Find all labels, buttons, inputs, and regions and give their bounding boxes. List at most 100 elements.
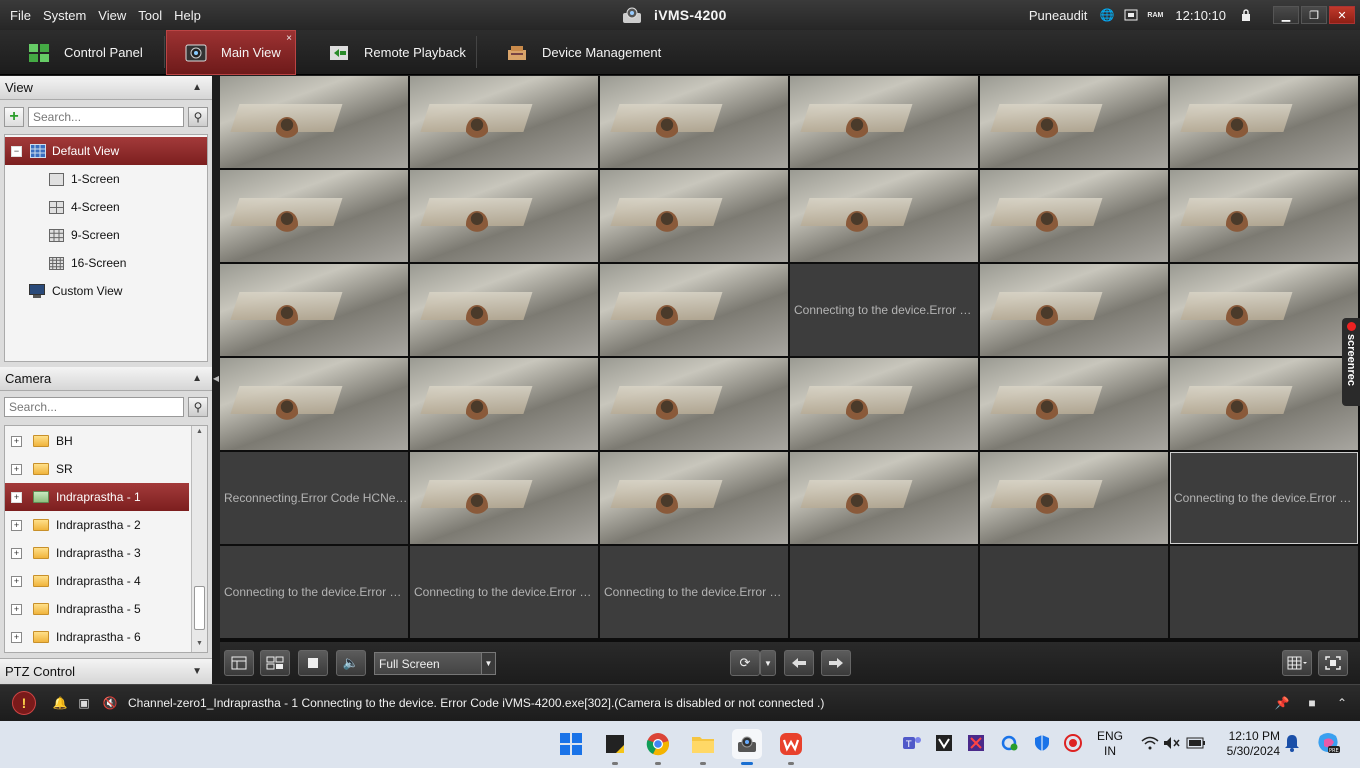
stop-all-button[interactable] [298,650,328,676]
tree-item-4-screen[interactable]: 4-Screen [5,193,207,221]
collapse-icon[interactable]: − [11,145,22,157]
volume-muted-icon[interactable] [1162,733,1182,753]
sync-icon[interactable] [1000,733,1020,753]
restore-button[interactable]: ❐ [1301,6,1327,24]
tree-item-16-screen[interactable]: 16-Screen [5,249,207,277]
wps-office-icon[interactable] [776,729,806,765]
video-tile[interactable] [600,452,788,544]
tab-main-view[interactable]: Main View × [166,30,296,75]
ram-icon[interactable]: RAM [1146,7,1164,23]
app-tray-icon[interactable] [934,733,954,753]
video-tile[interactable] [790,76,978,168]
app-tray-icon[interactable] [966,733,986,753]
screen-mode-select[interactable]: Full Screen ▼ [374,652,496,675]
video-tile[interactable] [1170,170,1358,262]
camera-group-bh[interactable]: + BH [5,427,189,455]
wifi-icon[interactable] [1140,733,1160,753]
tab-close-icon[interactable]: × [286,33,292,44]
shield-icon[interactable] [1032,733,1052,753]
fullscreen-button[interactable] [1318,650,1348,676]
video-tile[interactable] [980,264,1168,356]
battery-icon[interactable] [1186,733,1206,753]
expand-icon[interactable]: + [11,519,22,531]
video-tile[interactable] [410,76,598,168]
menu-help[interactable]: Help [168,8,207,23]
teams-icon[interactable]: T [902,733,922,753]
search-icon[interactable]: ⚲ [188,397,208,417]
video-tile[interactable] [980,170,1168,262]
camera-group-indraprastha-6[interactable]: + Indraprastha - 6 [5,623,189,651]
search-icon[interactable]: ⚲ [188,107,208,127]
video-tile[interactable] [980,452,1168,544]
notification-bell-icon[interactable] [1282,733,1302,753]
camera-tree-scrollbar[interactable]: ▲ ▼ [191,426,207,652]
video-tile[interactable] [600,170,788,262]
alarm-warning-icon[interactable]: ! [12,691,36,715]
tree-item-9-screen[interactable]: 9-Screen [5,221,207,249]
auto-switch-button[interactable]: ⟳ [730,650,760,676]
menu-file[interactable]: File [4,8,37,23]
tree-item-default-view[interactable]: − Default View [5,137,207,165]
close-button[interactable]: ✕ [1329,6,1355,24]
add-view-button[interactable]: + [4,107,24,127]
mute-alarm-icon[interactable]: 🔇 [102,695,118,711]
video-tile-error[interactable]: Connecting to the device.Error Code HCNe… [600,546,788,638]
expand-icon[interactable]: + [11,547,22,559]
ptz-section-header[interactable]: PTZ Control ▼ [0,658,212,684]
window-division-button[interactable] [1282,650,1312,676]
video-tile[interactable] [410,170,598,262]
copilot-icon[interactable]: PRE [1316,733,1340,754]
camera-group-indraprastha-3[interactable]: + Indraprastha - 3 [5,539,189,567]
screenrec-widget[interactable]: screenrec [1342,318,1360,406]
expand-icon[interactable]: + [11,491,22,503]
tab-remote-playback[interactable]: Remote Playback [300,30,475,75]
video-tile-empty[interactable] [790,546,978,638]
globe-icon[interactable]: 🌐 [1098,7,1116,23]
video-tile[interactable] [410,452,598,544]
video-tile[interactable] [980,358,1168,450]
minimize-button[interactable]: ▁ [1273,6,1299,24]
taskbar-clock[interactable]: 12:10 PM 5/30/2024 [1218,729,1280,759]
video-tile[interactable] [220,76,408,168]
camera-group-sr[interactable]: + SR [5,455,189,483]
camera-search-input[interactable]: Search... [4,397,184,417]
camera-group-indraprastha-2[interactable]: + Indraprastha - 2 [5,511,189,539]
expand-icon[interactable]: + [11,435,22,447]
video-tile[interactable] [1170,264,1358,356]
video-tile-empty[interactable] [1170,546,1358,638]
chevron-up-icon[interactable]: ▲ [192,373,202,384]
camera-section-header[interactable]: Camera ▲ [0,367,212,391]
video-tile[interactable] [1170,76,1358,168]
video-tile[interactable] [220,358,408,450]
file-explorer-icon[interactable] [688,729,718,765]
video-tile[interactable] [600,264,788,356]
video-tile-error[interactable]: Reconnecting.Error Code HCNetSDK.dll[7] [220,452,408,544]
expand-icon[interactable]: + [11,463,22,475]
camera-group-indraprastha-5[interactable]: + Indraprastha - 5 [5,595,189,623]
menu-view[interactable]: View [92,8,132,23]
video-tile[interactable] [220,264,408,356]
video-tile-error[interactable]: Connecting to the device.Error Code HCNe… [790,264,978,356]
video-tile-error[interactable]: Connecting to the device.Error Code HCNe… [220,546,408,638]
view-layout-button[interactable] [260,650,290,676]
camera-group-indraprastha-4[interactable]: + Indraprastha - 4 [5,567,189,595]
video-tile[interactable] [1170,358,1358,450]
tree-item-custom-view[interactable]: Custom View [5,277,207,305]
chrome-icon[interactable] [643,729,673,765]
tab-device-management[interactable]: Device Management [478,30,678,75]
scroll-thumb[interactable] [194,586,205,630]
video-tile[interactable] [790,170,978,262]
chevron-up-icon[interactable]: ▲ [192,82,202,93]
video-tile[interactable] [410,264,598,356]
chevron-down-icon[interactable]: ▼ [192,666,202,677]
expand-icon[interactable]: + [11,603,22,615]
video-tile[interactable] [410,358,598,450]
view-section-header[interactable]: View ▲ [0,76,212,100]
next-page-button[interactable] [821,650,851,676]
scroll-down-icon[interactable]: ▼ [196,640,203,647]
event-monitor-icon[interactable]: ▣ [76,695,92,711]
expand-icon[interactable]: + [11,575,22,587]
video-tile[interactable] [980,76,1168,168]
previous-page-button[interactable] [784,650,814,676]
video-tile[interactable] [790,452,978,544]
